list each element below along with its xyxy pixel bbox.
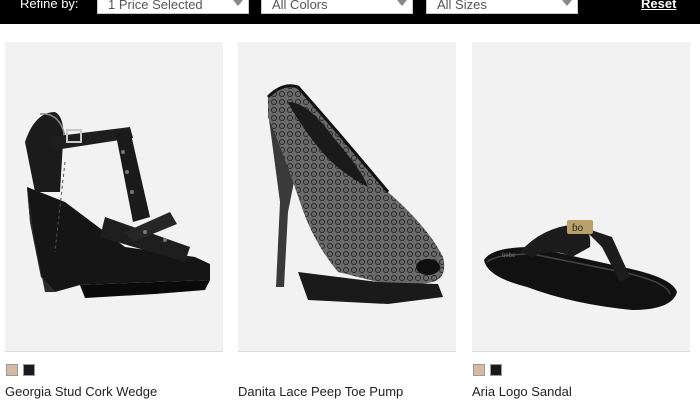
- price-filter-dropdown[interactable]: 1 Price Selected: [97, 0, 249, 14]
- lace-pump-image: [238, 42, 456, 351]
- svg-text:ɓo: ɓo: [572, 223, 584, 234]
- swatch-black[interactable]: [490, 364, 502, 376]
- product-name-link[interactable]: Aria Logo Sandal: [472, 384, 690, 399]
- reset-link[interactable]: Reset: [641, 0, 676, 11]
- product-image[interactable]: [238, 42, 456, 352]
- svg-text:bebe: bebe: [502, 253, 516, 259]
- logo-sandal-image: ɓo bebe: [472, 42, 690, 351]
- product-image[interactable]: ɓo bebe: [472, 42, 690, 352]
- size-filter-dropdown[interactable]: All Sizes: [426, 0, 578, 14]
- color-filter-dropdown[interactable]: All Colors: [261, 0, 413, 14]
- product-card[interactable]: Danita Lace Peep Toe Pump: [238, 42, 456, 399]
- color-swatches: [5, 364, 223, 380]
- wedge-sandal-image: [5, 42, 223, 351]
- filter-bar: Refine by: 1 Price Selected All Colors A…: [0, 0, 700, 24]
- color-swatches: [472, 364, 690, 380]
- chevron-down-icon: [562, 0, 572, 6]
- product-name-link[interactable]: Georgia Stud Cork Wedge: [5, 384, 223, 399]
- product-image[interactable]: [5, 42, 223, 352]
- swatch-nude[interactable]: [6, 364, 18, 376]
- size-filter-value: All Sizes: [437, 0, 487, 12]
- color-filter-value: All Colors: [272, 0, 328, 12]
- refine-label: Refine by:: [20, 0, 79, 11]
- chevron-down-icon: [233, 0, 243, 6]
- product-card[interactable]: ɓo bebe Aria Logo Sandal: [472, 42, 690, 399]
- color-swatches: [238, 364, 456, 380]
- swatch-nude[interactable]: [473, 364, 485, 376]
- price-filter-value: 1 Price Selected: [108, 0, 203, 12]
- product-name-link[interactable]: Danita Lace Peep Toe Pump: [238, 384, 456, 399]
- chevron-down-icon: [397, 0, 407, 6]
- product-card[interactable]: Georgia Stud Cork Wedge: [5, 42, 223, 399]
- swatch-black[interactable]: [23, 364, 35, 376]
